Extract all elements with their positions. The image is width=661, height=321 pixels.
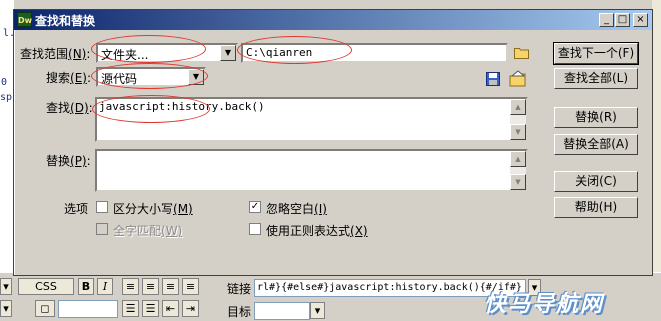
options-label: 选项 (64, 202, 89, 216)
italic-button[interactable]: I (97, 278, 113, 295)
format-dropdown[interactable]: ▾ (0, 278, 12, 295)
bold-button[interactable]: B (78, 278, 94, 295)
save-query-icon[interactable] (486, 72, 500, 86)
unordered-list-icon[interactable]: ☰ (122, 300, 139, 317)
search-label: 搜索(E): (46, 71, 92, 85)
ordered-list-icon[interactable]: ☰ (142, 300, 159, 317)
scroll-up-icon[interactable]: ▲ (510, 99, 526, 115)
find-text: javascript:history.back() (99, 100, 265, 113)
title-bar[interactable]: Dw 查找和替换 _ □ × (14, 10, 652, 30)
chevron-down-icon[interactable]: ▼ (220, 45, 236, 61)
folder-path-input[interactable]: C:\qianren (241, 43, 508, 63)
color-field[interactable] (58, 300, 118, 318)
chevron-down-icon[interactable]: ▼ (188, 69, 204, 85)
size-dropdown[interactable]: ▾ (0, 300, 12, 317)
indent-icon[interactable]: ⇥ (182, 300, 199, 317)
whole-word-label: 全字匹配(W) (113, 224, 183, 238)
replace-label: 替换(P): (46, 154, 91, 168)
target-label: 目标 (227, 305, 252, 319)
target-field[interactable] (254, 302, 310, 320)
scroll-down-icon[interactable]: ▼ (510, 174, 526, 190)
find-next-button[interactable]: 查找下一个(F) (553, 42, 639, 65)
minimize-button[interactable]: _ (599, 13, 614, 27)
dreamweaver-icon: Dw (17, 12, 32, 27)
scroll-down-icon[interactable]: ▼ (510, 124, 526, 140)
whole-word-checkbox (96, 223, 108, 235)
dialog-title: 查找和替换 (35, 14, 96, 28)
align-right-icon[interactable]: ≡ (162, 278, 179, 295)
site-watermark: 快马导航网 (484, 292, 605, 317)
replace-textarea[interactable]: ▲ ▼ (95, 149, 528, 192)
find-in-value: 文件夹... (101, 48, 149, 62)
search-type-value: 源代码 (101, 72, 138, 86)
background-panel (652, 0, 661, 280)
folder-icon[interactable] (514, 46, 529, 59)
replace-button[interactable]: 替换(R) (554, 107, 638, 128)
justify-icon[interactable]: ≡ (182, 278, 199, 295)
ignore-whitespace-label: 忽略空白(I) (266, 202, 327, 216)
find-replace-dialog: Dw 查找和替换 _ □ × 查找范围(N): 文件夹... ▼ C:\qian… (13, 9, 653, 276)
find-in-select[interactable]: 文件夹... ▼ (96, 43, 238, 63)
replace-scrollbar[interactable]: ▲ ▼ (510, 151, 526, 190)
background-code-view: l.h 0 sp (0, 0, 21, 280)
outdent-icon[interactable]: ⇤ (162, 300, 179, 317)
regex-label: 使用正则表达式(X) (266, 224, 368, 238)
regex-checkbox[interactable] (249, 223, 261, 235)
find-in-label: 查找范围(N): (20, 47, 91, 61)
find-label: 查找(D): (46, 101, 93, 115)
find-all-button[interactable]: 查找全部(L) (554, 68, 638, 89)
target-dropdown[interactable]: ▾ (310, 302, 325, 319)
load-query-icon[interactable] (509, 70, 527, 87)
link-label: 链接 (227, 282, 252, 296)
color-picker[interactable]: ◻ (35, 300, 55, 317)
css-button[interactable]: CSS (18, 278, 74, 295)
scroll-up-icon[interactable]: ▲ (510, 151, 526, 167)
match-case-checkbox[interactable] (96, 201, 108, 213)
align-center-icon[interactable]: ≡ (142, 278, 159, 295)
maximize-button[interactable]: □ (615, 13, 630, 27)
match-case-label: 区分大小写(M) (113, 202, 193, 216)
find-textarea[interactable]: javascript:history.back() ▲ ▼ (95, 97, 528, 142)
code-line: sp (0, 92, 13, 103)
replace-all-button[interactable]: 替换全部(A) (554, 134, 638, 155)
close-button[interactable]: 关闭(C) (554, 171, 638, 192)
close-window-button[interactable]: × (633, 13, 648, 27)
find-scrollbar[interactable]: ▲ ▼ (510, 99, 526, 140)
align-left-icon[interactable]: ≡ (122, 278, 139, 295)
code-line: 0 (1, 77, 8, 88)
help-button[interactable]: 帮助(H) (554, 197, 638, 218)
search-type-select[interactable]: 源代码 ▼ (96, 67, 206, 87)
ignore-whitespace-checkbox[interactable]: ✓ (249, 201, 261, 213)
